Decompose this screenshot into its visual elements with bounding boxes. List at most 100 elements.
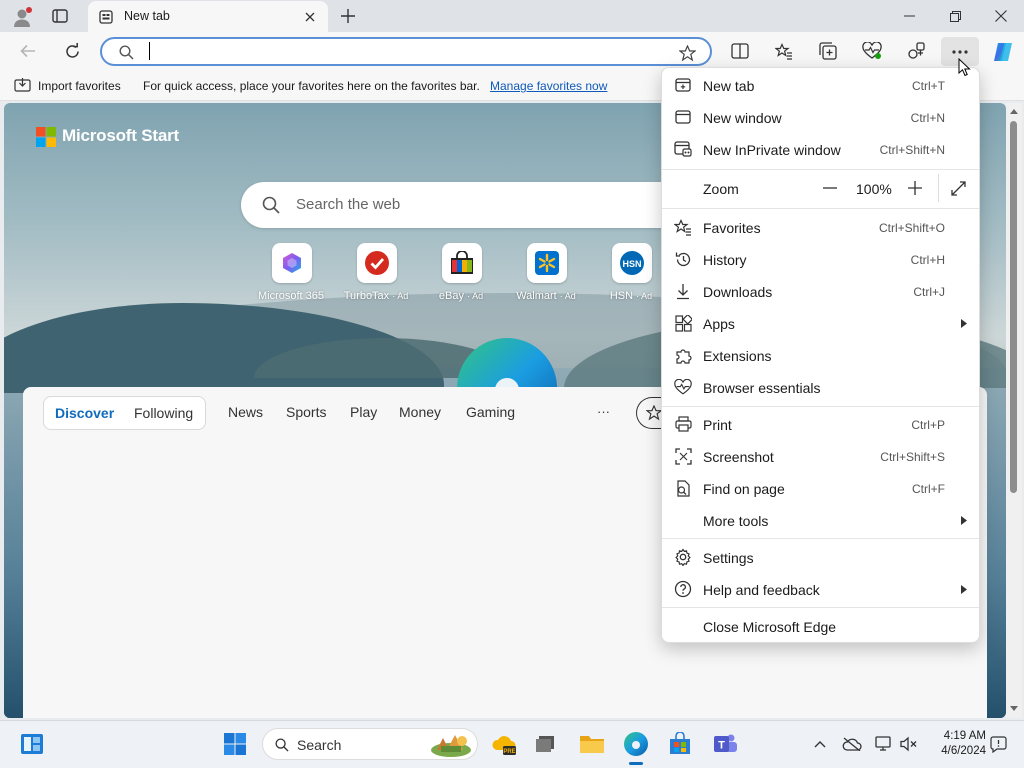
teams-icon[interactable]: T bbox=[711, 731, 739, 757]
favorites-icon bbox=[674, 218, 692, 236]
system-clock[interactable]: 4:19 AM 4/6/2024 bbox=[926, 729, 986, 759]
notifications-icon[interactable] bbox=[988, 734, 1008, 754]
search-placeholder: Search the web bbox=[296, 196, 401, 213]
chevron-right-icon bbox=[960, 515, 968, 525]
file-explorer-icon[interactable] bbox=[578, 731, 606, 757]
taskbar-search[interactable]: Search bbox=[262, 728, 478, 760]
tab-following[interactable]: Following bbox=[134, 405, 193, 421]
nav-money[interactable]: Money bbox=[399, 404, 441, 420]
quick-link-label: TurboTax · Ad bbox=[331, 290, 421, 302]
task-view-icon[interactable] bbox=[533, 733, 557, 755]
menu-label: New InPrivate window bbox=[703, 142, 841, 158]
quick-link-walmart[interactable]: Walmart · Ad bbox=[499, 243, 594, 308]
microsoft-store-icon[interactable] bbox=[666, 731, 694, 757]
quick-link-ebay[interactable]: eBay · Ad bbox=[414, 243, 509, 308]
scroll-down-icon[interactable] bbox=[1009, 704, 1019, 712]
favorite-star-icon[interactable] bbox=[677, 43, 697, 63]
profile-avatar[interactable] bbox=[10, 5, 34, 29]
onedrive-offline-icon[interactable] bbox=[841, 734, 863, 754]
restore-icon[interactable] bbox=[944, 6, 966, 26]
import-favorites-button[interactable]: Import favorites bbox=[38, 79, 121, 93]
menu-label: Print bbox=[703, 417, 732, 433]
scroll-up-icon[interactable] bbox=[1009, 107, 1019, 115]
menu-item-extensions[interactable]: Extensions bbox=[662, 339, 979, 371]
back-icon[interactable] bbox=[18, 41, 38, 61]
menu-item-history[interactable]: History Ctrl+H bbox=[662, 243, 979, 275]
menu-item-new-tab[interactable]: New tab Ctrl+T bbox=[662, 69, 979, 101]
web-search-box[interactable]: Search the web bbox=[241, 182, 701, 228]
tab-actions-icon[interactable] bbox=[50, 7, 70, 25]
menu-item-settings[interactable]: Settings bbox=[662, 541, 979, 573]
quick-link-microsoft-365[interactable]: Microsoft 365 bbox=[244, 243, 339, 308]
menu-item-find-on-page[interactable]: Find on page Ctrl+F bbox=[662, 472, 979, 504]
menu-item-favorites[interactable]: Favorites Ctrl+Shift+O bbox=[662, 211, 979, 243]
menu-item-new-inprivate-window[interactable]: New InPrivate window Ctrl+Shift+N bbox=[662, 133, 979, 165]
nav-news[interactable]: News bbox=[228, 404, 263, 420]
menu-item-close-microsoft-edge[interactable]: Close Microsoft Edge bbox=[662, 610, 979, 642]
search-icon bbox=[118, 44, 134, 60]
screenshot-icon bbox=[674, 447, 692, 465]
quick-link-name: Walmart bbox=[516, 290, 557, 302]
close-window-icon[interactable] bbox=[990, 6, 1012, 26]
volume-muted-icon[interactable] bbox=[898, 734, 920, 754]
nav-gaming[interactable]: Gaming bbox=[466, 404, 515, 420]
gear-icon bbox=[674, 548, 692, 566]
manage-favorites-link[interactable]: Manage favorites now bbox=[490, 79, 607, 93]
network-icon[interactable] bbox=[873, 734, 895, 754]
menu-item-browser-essentials[interactable]: Browser essentials bbox=[662, 371, 979, 403]
quick-link-turbotax[interactable]: TurboTax · Ad bbox=[329, 243, 424, 308]
cloud-app-icon[interactable]: PRE bbox=[490, 731, 518, 757]
refresh-icon[interactable] bbox=[61, 40, 83, 62]
tab-discover[interactable]: Discover bbox=[55, 405, 114, 421]
menu-shortcut: Ctrl+Shift+O bbox=[878, 221, 945, 235]
browser-essentials-icon[interactable] bbox=[861, 40, 883, 62]
new-window-icon bbox=[674, 108, 692, 126]
extensions-icon[interactable] bbox=[905, 40, 927, 62]
inprivate-icon bbox=[674, 140, 692, 158]
menu-item-more-tools[interactable]: More tools bbox=[662, 504, 979, 536]
nav-sports[interactable]: Sports bbox=[286, 404, 326, 420]
zoom-out-button[interactable] bbox=[820, 178, 840, 198]
menu-label: Extensions bbox=[703, 348, 772, 364]
copilot-icon[interactable] bbox=[990, 39, 1016, 65]
address-input[interactable] bbox=[148, 43, 648, 61]
import-favorites-icon[interactable] bbox=[13, 77, 31, 93]
menu-label: Settings bbox=[703, 550, 754, 566]
feed-more-button[interactable]: ··· bbox=[597, 404, 610, 419]
feed-tabs: Discover Following bbox=[43, 396, 206, 430]
menu-item-apps[interactable]: Apps bbox=[662, 307, 979, 339]
quick-links: Microsoft 365 TurboTax · Ad eBay · Ad Wa… bbox=[244, 243, 664, 313]
hsn-icon: HSN bbox=[612, 243, 652, 283]
menu-item-print[interactable]: Print Ctrl+P bbox=[662, 408, 979, 440]
edge-taskbar-icon[interactable] bbox=[621, 730, 651, 758]
menu-item-screenshot[interactable]: Screenshot Ctrl+Shift+S bbox=[662, 440, 979, 472]
quick-link-name: TurboTax bbox=[343, 290, 390, 302]
widgets-icon[interactable] bbox=[18, 731, 46, 757]
menu-item-help-and-feedback[interactable]: Help and feedback bbox=[662, 573, 979, 605]
start-windows-icon[interactable] bbox=[222, 731, 248, 757]
new-tab-plus-icon[interactable] bbox=[338, 6, 358, 26]
collections-icon[interactable] bbox=[817, 40, 839, 62]
menu-label: Favorites bbox=[703, 220, 761, 236]
zoom-level: 100% bbox=[856, 181, 892, 197]
address-bar[interactable] bbox=[100, 37, 712, 66]
print-icon bbox=[674, 415, 692, 433]
page-scrollbar[interactable] bbox=[1006, 103, 1022, 718]
fullscreen-icon[interactable] bbox=[948, 178, 968, 198]
microsoft-start-logo[interactable]: Microsoft Start bbox=[36, 126, 179, 147]
brand-title: Microsoft Start bbox=[62, 126, 179, 145]
chevron-up-icon[interactable] bbox=[810, 736, 830, 752]
scroll-thumb[interactable] bbox=[1010, 121, 1017, 493]
ad-badge: · Ad bbox=[636, 291, 653, 301]
close-tab-icon[interactable] bbox=[301, 8, 319, 26]
zoom-in-button[interactable] bbox=[905, 178, 925, 198]
quick-link-label: Microsoft 365 bbox=[257, 290, 325, 302]
ad-badge: · Ad bbox=[559, 291, 576, 301]
split-screen-icon[interactable] bbox=[729, 40, 751, 62]
menu-item-new-window[interactable]: New window Ctrl+N bbox=[662, 101, 979, 133]
favorites-icon[interactable] bbox=[773, 40, 795, 62]
nav-play[interactable]: Play bbox=[350, 404, 377, 420]
menu-item-downloads[interactable]: Downloads Ctrl+J bbox=[662, 275, 979, 307]
tab-new-tab[interactable]: New tab bbox=[88, 1, 328, 32]
minimize-icon[interactable] bbox=[898, 6, 920, 26]
